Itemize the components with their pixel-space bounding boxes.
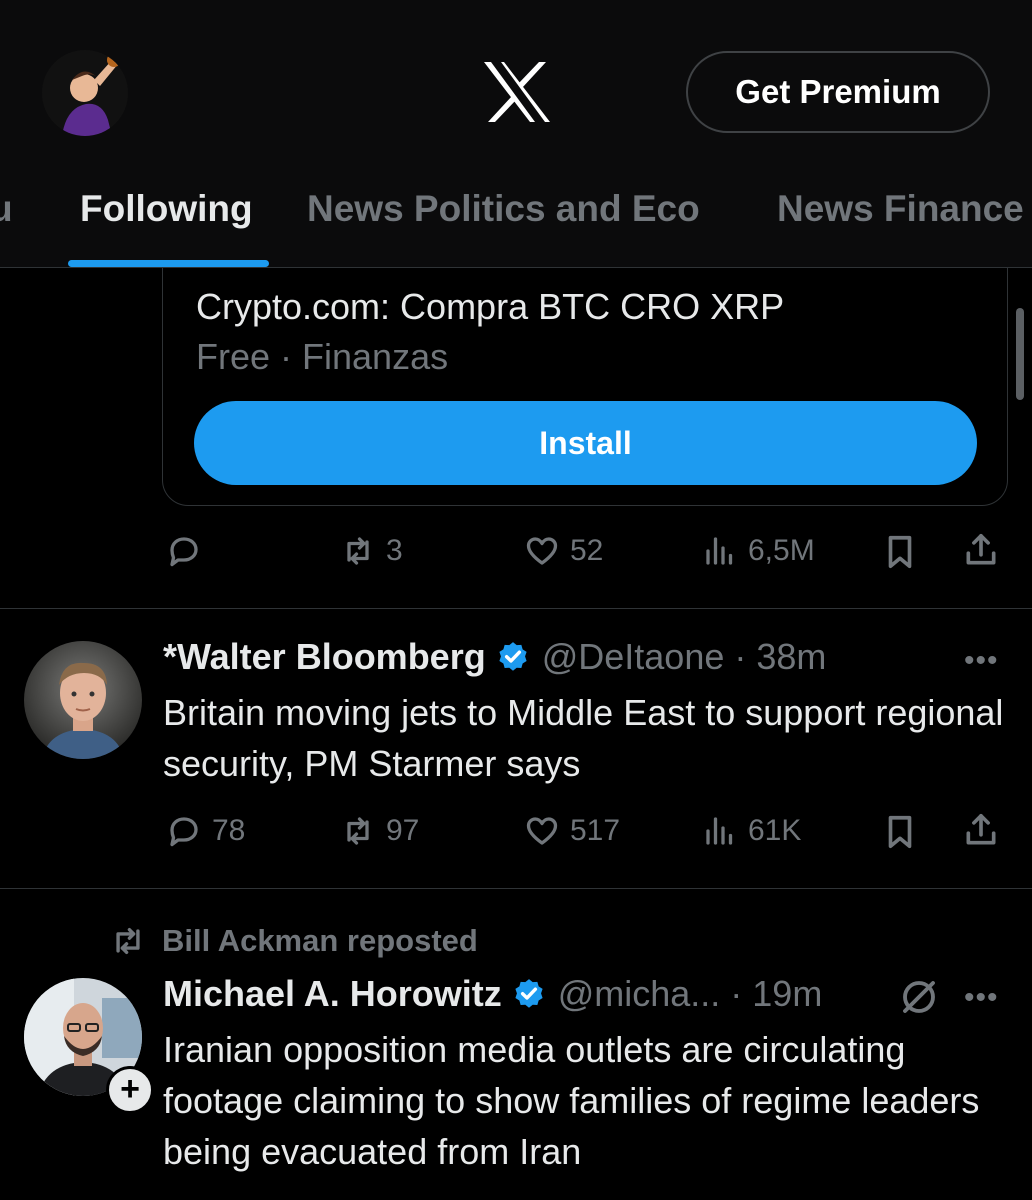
app-title: Crypto.com: Compra BTC CRO XRP — [196, 286, 785, 327]
repost-button[interactable]: 97 — [340, 813, 419, 849]
display-name[interactable]: Michael A. Horowitz — [163, 973, 502, 1015]
tab-news-politics[interactable]: News Politics and Eco — [307, 188, 700, 230]
reply-button[interactable]: 78 — [166, 813, 245, 849]
like-count: 52 — [570, 534, 604, 567]
bookmark-icon — [888, 535, 912, 569]
bookmark-icon — [888, 815, 912, 849]
post-text[interactable]: Britain moving jets to Middle East to su… — [163, 687, 1023, 789]
display-name[interactable]: *Walter Bloomberg — [163, 636, 486, 678]
repost-icon — [116, 927, 140, 955]
tab-previous[interactable]: u — [0, 188, 13, 230]
post-text[interactable]: Iranian opposition media outlets are cir… — [163, 1024, 1023, 1177]
more-options-button[interactable]: ••• — [964, 644, 999, 678]
repost-button[interactable]: 3 — [340, 533, 403, 569]
avatar-image — [24, 641, 142, 759]
profile-avatar[interactable] — [42, 50, 128, 136]
heart-icon — [526, 537, 558, 565]
share-icon — [966, 533, 996, 565]
reply-icon — [170, 537, 198, 567]
grok-icon[interactable] — [898, 976, 940, 1018]
get-premium-button[interactable]: Get Premium — [686, 51, 990, 133]
views-icon — [706, 817, 733, 845]
repost-context[interactable]: Bill Ackman reposted — [108, 923, 478, 959]
tab-news-finance[interactable]: News Finance — [777, 188, 1024, 230]
scrollbar[interactable] — [1016, 308, 1024, 400]
reply-icon — [170, 817, 198, 847]
tab-following[interactable]: Following — [80, 188, 253, 230]
repost-count: 97 — [386, 814, 420, 847]
like-button[interactable]: 517 — [524, 813, 620, 849]
views-count: 61K — [748, 814, 802, 847]
post-divider — [0, 888, 1032, 889]
handle-and-time[interactable]: @micha... · 19m — [558, 973, 823, 1015]
reply-button[interactable] — [166, 533, 202, 569]
post-header: Michael A. Horowitz @micha... · 19m — [163, 973, 822, 1015]
like-count: 517 — [570, 814, 621, 847]
views-button[interactable]: 61K — [702, 813, 801, 849]
bookmark-button[interactable] — [881, 813, 919, 856]
top-bar: Get Premium u Following News Politics an… — [0, 0, 1032, 268]
repost-icon — [347, 537, 369, 565]
repost-context-label: Bill Ackman reposted — [162, 923, 478, 958]
install-button[interactable]: Install — [194, 401, 977, 485]
verified-badge-icon — [499, 642, 527, 671]
post-divider — [0, 608, 1032, 609]
reply-count: 78 — [212, 814, 246, 847]
bookmark-button[interactable] — [881, 533, 919, 576]
header-divider — [0, 267, 1032, 268]
share-button[interactable] — [962, 531, 1000, 574]
more-options-button[interactable]: ••• — [964, 981, 999, 1015]
profile-avatar-image — [42, 50, 128, 136]
active-tab-indicator — [68, 260, 269, 267]
handle-and-time[interactable]: @DeItaone · 38m — [542, 636, 827, 678]
views-count: 6,5M — [748, 534, 815, 567]
verified-badge-icon — [515, 979, 543, 1008]
views-button[interactable]: 6,5M — [702, 533, 815, 569]
post-header: *Walter Bloomberg @DeItaone · 38m — [163, 636, 826, 678]
timeline-tabs: u Following News Politics and Eco News F… — [0, 170, 1032, 268]
views-icon — [706, 537, 733, 565]
share-button[interactable] — [962, 811, 1000, 854]
x-logo-icon — [484, 62, 550, 122]
follow-button[interactable]: + — [106, 1066, 154, 1114]
repost-icon — [347, 817, 369, 845]
share-icon — [966, 813, 996, 845]
post-avatar[interactable] — [24, 641, 142, 759]
like-button[interactable]: 52 — [524, 533, 603, 569]
repost-count: 3 — [386, 534, 403, 567]
app-subtitle: Free · Finanzas — [196, 336, 449, 377]
heart-icon — [526, 817, 558, 845]
